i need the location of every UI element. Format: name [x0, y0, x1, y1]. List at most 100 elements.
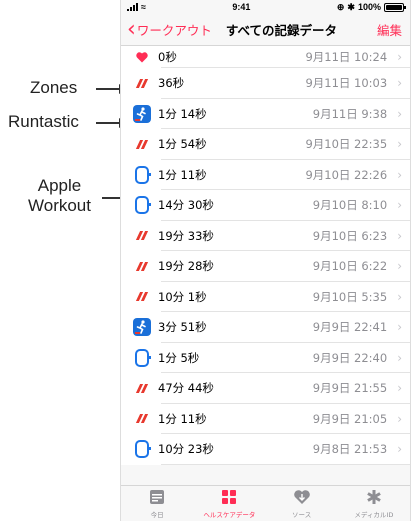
tab-label: 今日 [150, 511, 164, 519]
zones-icon [133, 135, 151, 153]
workout-date: 9月11日 9:38 [312, 106, 388, 121]
phone-screen: ≈ 9:41 ⊕ ✱ 100% ‹ ワークアウト すべての記録データ 編集 0秒… [120, 0, 411, 521]
tab-health-data[interactable]: ヘルスケアデータ [193, 486, 265, 521]
chevron-right-icon: › [397, 320, 402, 335]
health-data-icon [221, 487, 237, 507]
navigation-bar: ‹ ワークアウト すべての記録データ 編集 [121, 14, 410, 46]
workout-row[interactable]: 1分 5秒 9月9日 22:40 › [121, 343, 410, 374]
chevron-right-icon: › [397, 411, 402, 426]
workout-date: 9月10日 5:35 [312, 289, 388, 304]
tab-sources[interactable]: ソース [266, 486, 338, 521]
chevron-right-icon: › [397, 137, 402, 152]
workout-row[interactable]: 14分 30秒 9月10日 8:10 › [121, 190, 410, 221]
workout-duration: 19分 33秒 [158, 228, 214, 243]
wifi-icon: ≈ [141, 2, 146, 12]
chevron-left-icon: ‹ [127, 16, 136, 42]
workout-row[interactable]: 10分 23秒 9月8日 21:53 › [121, 434, 410, 465]
zones-icon [133, 74, 151, 92]
zones-icon [133, 227, 151, 245]
workout-duration: 47分 44秒 [158, 381, 214, 396]
chevron-right-icon: › [397, 50, 402, 64]
annotation-arrow-runtastic [96, 118, 127, 128]
workout-date: 9月8日 21:53 [312, 442, 388, 457]
apple-watch-icon [133, 440, 151, 459]
zones-icon [133, 410, 151, 428]
chevron-right-icon: › [397, 289, 402, 304]
annotation-runtastic: Runtastic [8, 112, 79, 131]
workout-list: 0秒 9月11日 10:24 › 36秒 9月11日 10:03 › 1分 14秒 9月11日… [121, 46, 410, 465]
chevron-right-icon: › [397, 259, 402, 274]
today-icon [149, 487, 165, 507]
annotation-apple-workout: Apple Workout [28, 176, 91, 216]
workout-duration: 1分 5秒 [158, 350, 200, 365]
chevron-right-icon: › [397, 350, 402, 365]
chevron-right-icon: › [397, 198, 402, 213]
workout-date: 9月9日 22:40 [312, 350, 388, 365]
workout-row[interactable]: 1分 14秒 9月11日 9:38 › [121, 99, 410, 130]
sources-icon [293, 487, 311, 507]
workout-date: 9月11日 10:24 [305, 50, 388, 64]
workout-date: 9月10日 22:26 [305, 167, 388, 182]
chevron-right-icon: › [397, 442, 402, 457]
tab-label: ソース [292, 511, 312, 519]
status-time: 9:41 [232, 2, 251, 12]
zones-icon [133, 257, 151, 275]
workout-row[interactable]: 3分 51秒 9月9日 22:41 › [121, 312, 410, 343]
tab-label: ヘルスケアデータ [203, 511, 256, 519]
workout-row[interactable]: 1分 54秒 9月10日 22:35 › [121, 129, 410, 160]
chevron-right-icon: › [397, 228, 402, 243]
chevron-right-icon: › [397, 167, 402, 182]
workout-row[interactable]: 1分 11秒 9月9日 21:05 › [121, 404, 410, 435]
workout-duration: 10分 23秒 [158, 442, 214, 457]
annotation-zones: Zones [30, 78, 78, 97]
workout-date: 9月9日 21:55 [312, 381, 388, 396]
workout-duration: 1分 11秒 [158, 167, 207, 182]
runtastic-icon [133, 318, 151, 337]
annotation-apple-line1: Apple [37, 176, 82, 195]
workout-row[interactable]: 47分 44秒 9月9日 21:55 › [121, 373, 410, 404]
zones-icon [133, 379, 151, 397]
workout-duration: 3分 51秒 [158, 320, 207, 335]
workout-duration: 36秒 [158, 76, 185, 91]
annotation-arrow-apple [102, 193, 129, 203]
workout-date: 9月10日 22:35 [305, 137, 388, 152]
workout-date: 9月11日 10:03 [305, 76, 388, 91]
zones-icon [133, 288, 151, 306]
workout-duration: 1分 11秒 [158, 411, 207, 426]
annotation-arrow-zones [96, 84, 127, 94]
signal-icon [127, 3, 138, 11]
workout-duration: 1分 14秒 [158, 106, 207, 121]
workout-duration: 19分 28秒 [158, 259, 214, 274]
workout-date: 9月10日 6:23 [312, 228, 388, 243]
workout-row[interactable]: 19分 33秒 9月10日 6:23 › [121, 221, 410, 252]
workout-row[interactable]: 1分 11秒 9月10日 22:26 › [121, 160, 410, 191]
chevron-right-icon: › [397, 381, 402, 396]
runtastic-icon [133, 104, 151, 123]
tab-medical-id[interactable]: メディカルID [338, 486, 410, 521]
workout-duration: 10分 1秒 [158, 289, 207, 304]
chevron-right-icon: › [397, 106, 402, 121]
bluetooth-icon: ✱ [347, 1, 355, 12]
tab-today[interactable]: 今日 [121, 486, 193, 521]
status-bar: ≈ 9:41 ⊕ ✱ 100% [121, 0, 410, 14]
workout-duration: 0秒 [158, 50, 177, 64]
annotation-apple-line2: Workout [28, 196, 91, 215]
workout-row[interactable]: 19分 28秒 9月10日 6:22 › [121, 251, 410, 282]
back-button[interactable]: ‹ ワークアウト [121, 16, 212, 42]
workout-date: 9月10日 8:10 [312, 198, 388, 213]
workout-duration: 14分 30秒 [158, 198, 214, 213]
lock-rotation-icon: ⊕ [336, 1, 345, 12]
back-label: ワークアウト [136, 23, 212, 38]
workout-duration: 1分 54秒 [158, 137, 207, 152]
workout-row[interactable]: 10分 1秒 9月10日 5:35 › [121, 282, 410, 313]
medical-id-icon [366, 487, 382, 507]
workout-row[interactable]: 36秒 9月11日 10:03 › [121, 68, 410, 99]
battery-icon [384, 2, 406, 12]
tab-label: メディカルID [354, 511, 394, 519]
workout-row[interactable]: 0秒 9月11日 10:24 › [121, 46, 410, 68]
workout-date: 9月9日 22:41 [312, 320, 388, 335]
edit-button[interactable]: 編集 [377, 20, 402, 39]
tab-bar: 今日 ヘルスケアデータ ソース メディカルID [121, 485, 410, 521]
workout-date: 9月10日 6:22 [312, 259, 388, 274]
page-title: すべての記録データ [225, 23, 337, 38]
